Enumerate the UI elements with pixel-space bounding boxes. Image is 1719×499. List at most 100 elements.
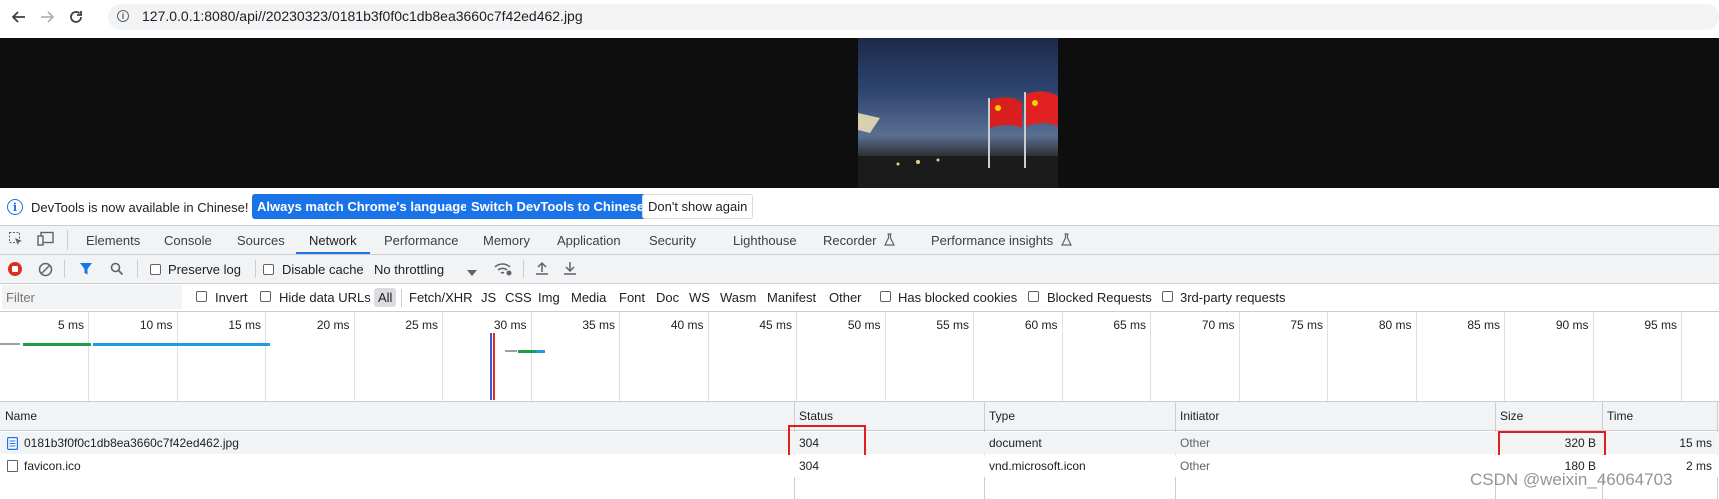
- record-stop-icon[interactable]: [8, 262, 22, 276]
- tab-console[interactable]: Console: [164, 233, 212, 248]
- type-filter-doc[interactable]: Doc: [656, 290, 679, 305]
- tab-security[interactable]: Security: [649, 233, 696, 248]
- generic-file-icon: [7, 460, 18, 472]
- type-filter-css[interactable]: CSS: [505, 290, 532, 305]
- request-name[interactable]: 0181b3f0f0c1db8ea3660c7f42ed462.jpg: [24, 436, 239, 450]
- import-har-icon[interactable]: [535, 261, 549, 279]
- request-time: 15 ms: [1679, 436, 1712, 450]
- has-blocked-cookies-checkbox[interactable]: [880, 291, 891, 302]
- tab-performance-insights[interactable]: Performance insights: [931, 233, 1053, 248]
- request-type: document: [989, 436, 1042, 450]
- inspect-element-icon[interactable]: [8, 231, 24, 250]
- type-filter-fetch-xhr[interactable]: Fetch/XHR: [409, 290, 473, 305]
- blocked-requests-label: Blocked Requests: [1047, 290, 1152, 305]
- throttling-select[interactable]: No throttling: [374, 262, 444, 277]
- timeline-tick-label: 45 ms: [759, 318, 792, 332]
- tab-sources[interactable]: Sources: [237, 233, 285, 248]
- info-icon: i: [7, 199, 23, 215]
- tab-memory[interactable]: Memory: [483, 233, 530, 248]
- type-filter-font[interactable]: Font: [619, 290, 645, 305]
- device-toolbar-icon[interactable]: [37, 231, 55, 250]
- status-highlight-box: [788, 425, 866, 457]
- tab-application[interactable]: Application: [557, 233, 621, 248]
- waterfall-bar: [93, 343, 270, 346]
- table-row[interactable]: [0, 455, 1719, 477]
- dont-show-again-button[interactable]: Don't show again: [642, 194, 754, 219]
- preserve-log-label: Preserve log: [168, 262, 241, 277]
- active-tab-indicator: [296, 252, 370, 254]
- timeline-gridline: [1592, 312, 1594, 401]
- preserve-log-checkbox[interactable]: [150, 264, 161, 275]
- timeline-tick-label: 25 ms: [405, 318, 438, 332]
- disable-cache-checkbox[interactable]: [263, 264, 274, 275]
- clear-icon[interactable]: [38, 262, 53, 280]
- column-header-size[interactable]: Size: [1500, 409, 1523, 423]
- search-icon[interactable]: [110, 262, 124, 279]
- blocked-requests-checkbox[interactable]: [1028, 291, 1039, 302]
- type-filter-js[interactable]: JS: [481, 290, 496, 305]
- tab-performance[interactable]: Performance: [384, 233, 458, 248]
- separator: [64, 260, 65, 278]
- timeline-tick-label: 30 ms: [493, 318, 527, 332]
- timeline-gridline: [176, 312, 178, 401]
- url-text[interactable]: 127.0.0.1:8080/api//20230323/0181b3f0f0c…: [142, 8, 583, 24]
- filter-input[interactable]: [2, 285, 182, 309]
- column-header-initiator[interactable]: Initiator: [1180, 409, 1219, 423]
- timeline-gridline: [442, 312, 443, 401]
- chevron-down-icon[interactable]: [467, 265, 477, 280]
- disable-cache-label: Disable cache: [282, 262, 364, 277]
- timeline-tick-label: 75 ms: [1290, 318, 1323, 332]
- timeline-gridline: [707, 312, 709, 401]
- type-filter-other[interactable]: Other: [829, 290, 862, 305]
- type-filter-manifest[interactable]: Manifest: [767, 290, 816, 305]
- timeline-gridline: [1061, 312, 1063, 401]
- hide-data-urls-checkbox[interactable]: [260, 291, 271, 302]
- reload-icon[interactable]: [64, 6, 88, 28]
- column-header-name[interactable]: Name: [5, 409, 37, 423]
- invert-checkbox[interactable]: [196, 291, 207, 302]
- flask-icon: [884, 233, 895, 249]
- waterfall-bar: [536, 350, 545, 353]
- type-filter-media[interactable]: Media: [571, 290, 606, 305]
- separator: [255, 260, 256, 278]
- filter-funnel-icon[interactable]: [79, 262, 93, 279]
- timeline-gridline: [619, 312, 620, 401]
- invert-label: Invert: [215, 290, 248, 305]
- timeline-gridline: [1238, 312, 1240, 401]
- column-header-type[interactable]: Type: [989, 409, 1015, 423]
- timeline-tick-label: 95 ms: [1644, 318, 1677, 332]
- back-arrow-icon[interactable]: [7, 6, 31, 28]
- hide-data-urls-label: Hide data URLs: [279, 290, 371, 305]
- request-type: vnd.microsoft.icon: [989, 459, 1086, 473]
- waterfall-bar: [505, 350, 517, 352]
- request-name[interactable]: favicon.ico: [24, 459, 81, 473]
- column-header-time[interactable]: Time: [1607, 409, 1633, 423]
- separator: [137, 260, 138, 278]
- tab-recorder[interactable]: Recorder: [823, 233, 876, 248]
- watermark: CSDN @weixin_46064703: [1470, 470, 1673, 489]
- timeline-tick-label: 20 ms: [316, 318, 350, 332]
- column-header-status[interactable]: Status: [799, 409, 833, 423]
- timeline-gridline: [796, 312, 797, 401]
- switch-chinese-button[interactable]: Switch DevTools to Chinese: [466, 194, 650, 219]
- tab-elements[interactable]: Elements: [86, 233, 140, 248]
- displayed-image: [858, 38, 1058, 188]
- timeline-tick-label: 50 ms: [847, 318, 881, 332]
- type-filter-img[interactable]: Img: [538, 290, 560, 305]
- network-conditions-icon[interactable]: [494, 261, 512, 279]
- flask-icon: [1061, 233, 1072, 249]
- forward-arrow-icon[interactable]: [35, 6, 59, 28]
- export-har-icon[interactable]: [563, 261, 577, 279]
- timeline-tick-label: 70 ms: [1201, 318, 1235, 332]
- match-language-button[interactable]: Always match Chrome's language: [252, 194, 473, 219]
- type-filter-wasm[interactable]: Wasm: [720, 290, 756, 305]
- site-info-icon[interactable]: i: [117, 10, 129, 22]
- tab-lighthouse[interactable]: Lighthouse: [733, 233, 797, 248]
- tab-network[interactable]: Network: [309, 233, 357, 248]
- type-filter-all[interactable]: All: [378, 290, 392, 305]
- separator: [67, 230, 68, 250]
- timeline-gridline: [1327, 312, 1328, 401]
- type-filter-ws[interactable]: WS: [689, 290, 710, 305]
- timeline-tick-label: 90 ms: [1555, 318, 1589, 332]
- third-party-checkbox[interactable]: [1162, 291, 1173, 302]
